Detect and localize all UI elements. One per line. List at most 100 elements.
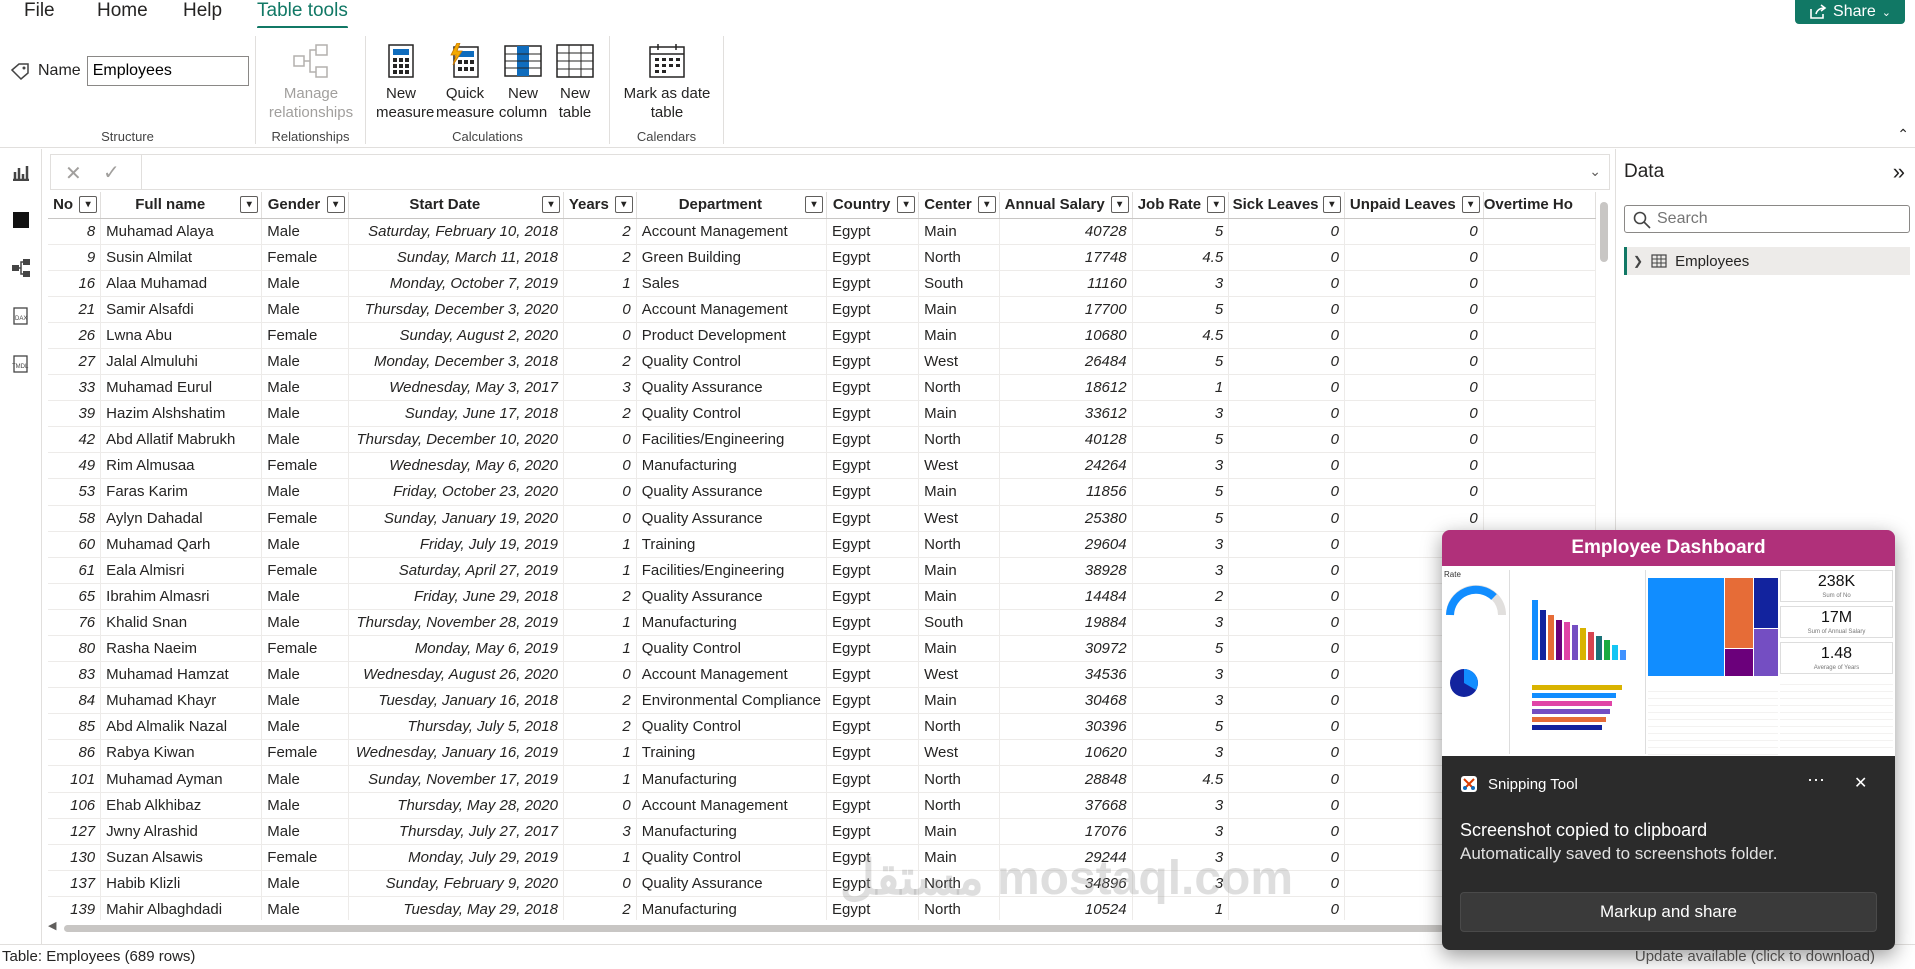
table-cell[interactable]: Facilities/Engineering [636,557,828,584]
data-search-field[interactable] [1624,205,1910,233]
table-cell[interactable]: Egypt [826,505,920,532]
table-cell[interactable] [1483,322,1596,349]
table-cell[interactable]: 0 [563,870,637,897]
table-cell[interactable]: 0 [1228,583,1345,610]
table-cell[interactable]: 106 [48,792,102,819]
table-cell[interactable]: 0 [1228,348,1345,376]
table-cell[interactable]: Ibrahim Almasri [100,583,263,610]
table-cell[interactable]: Hazim Alshshatim [100,400,263,428]
table-cell[interactable]: 60 [48,531,102,558]
table-cell[interactable]: Faras Karim [100,478,263,506]
table-cell[interactable]: Egypt [826,478,920,506]
table-cell[interactable]: 3 [1132,557,1230,584]
table-cell[interactable]: 34536 [999,661,1133,689]
table-cell[interactable]: Quality Control [636,635,828,663]
table-cell[interactable]: Lwna Abu [100,322,263,349]
table-cell[interactable]: 24264 [999,452,1133,480]
new-column-button[interactable]: New column [498,42,548,122]
table-cell[interactable]: Egypt [826,244,920,271]
table-cell[interactable]: 101 [48,765,102,793]
table-cell[interactable]: Jalal Almuluhi [100,348,263,376]
table-cell[interactable]: Monday, October 7, 2019 [348,270,564,297]
table-cell[interactable]: 0 [1344,218,1484,245]
column-filter-icon[interactable]: ▾ [79,196,98,213]
table-cell[interactable]: Egypt [826,609,920,637]
vertical-scroll-thumb[interactable] [1600,202,1608,262]
table-cell[interactable]: 33612 [999,400,1133,428]
table-cell[interactable]: Thursday, July 5, 2018 [348,713,564,741]
table-cell[interactable]: 0 [1228,818,1345,845]
expand-formula-icon[interactable]: ⌄ [1589,163,1601,180]
table-cell[interactable]: West [918,348,1000,376]
table-cell[interactable]: Ehab Alkhibaz [100,792,263,819]
table-cell[interactable]: Abd Almalik Nazal [100,713,263,741]
table-cell[interactable] [1483,478,1596,506]
table-cell[interactable]: Egypt [826,426,920,454]
column-header[interactable]: Unpaid Leaves ▾ [1344,192,1484,219]
table-cell[interactable]: 0 [1228,452,1345,480]
table-cell[interactable]: 26484 [999,348,1133,376]
table-cell[interactable]: Jwny Alrashid [100,818,263,845]
table-cell[interactable]: 3 [1132,531,1230,558]
column-header[interactable]: Sick Leaves ▾ [1228,192,1345,219]
table-cell[interactable]: Egypt [826,452,920,480]
table-cell[interactable]: Sunday, August 2, 2020 [348,322,564,349]
table-cell[interactable]: Main [918,557,1000,584]
table-cell[interactable]: Quality Control [636,400,828,428]
table-cell[interactable]: Egypt [826,635,920,663]
table-cell[interactable]: Environmental Compliance [636,687,828,715]
table-cell[interactable]: Egypt [826,687,920,715]
table-cell[interactable]: Male [261,270,349,297]
table-cell[interactable]: 0 [1344,374,1484,402]
table-cell[interactable]: 0 [1228,244,1345,271]
table-cell[interactable]: Muhamad Qarh [100,531,263,558]
table-cell[interactable]: 0 [1344,296,1484,323]
table-cell[interactable]: Egypt [826,583,920,610]
column-filter-icon[interactable]: ▾ [541,196,560,213]
close-icon[interactable]: ✕ [1854,773,1867,793]
cancel-formula-icon[interactable]: ✕ [65,161,82,186]
table-cell[interactable]: 4.5 [1132,322,1230,349]
column-filter-icon[interactable]: ▾ [614,196,633,213]
table-cell[interactable]: 8 [48,218,102,245]
table-cell[interactable]: Muhamad Eurul [100,374,263,402]
table-cell[interactable]: Main [918,818,1000,845]
table-cell[interactable]: Egypt [826,400,920,428]
table-row[interactable]: 61 Eala Almisri Female Saturday, April 27, … [48,557,1596,584]
table-cell[interactable]: Alaa Muhamad [100,270,263,297]
table-cell[interactable]: 27 [48,348,102,376]
table-cell[interactable]: Male [261,296,349,323]
table-cell[interactable]: 49 [48,452,102,480]
table-cell[interactable]: 65 [48,583,102,610]
table-cell[interactable]: 3 [1132,739,1230,767]
table-cell[interactable]: 0 [1228,296,1345,323]
table-cell[interactable]: 17700 [999,296,1133,323]
table-cell[interactable]: 0 [1344,400,1484,428]
table-cell[interactable]: 1 [563,609,637,637]
table-row[interactable]: 27 Jalal Almuluhi Male Monday, December 3, … [48,348,1596,376]
table-cell[interactable]: 5 [1132,713,1230,741]
table-cell[interactable]: 139 [48,896,102,920]
table-cell[interactable]: Sunday, November 17, 2019 [348,765,564,793]
formula-input[interactable] [147,157,1577,187]
table-cell[interactable]: North [918,374,1000,402]
table-row[interactable]: 65 Ibrahim Almasri Male Friday, June 29, 20… [48,583,1596,610]
collapse-ribbon-icon[interactable]: ⌃ [1897,126,1909,143]
table-cell[interactable]: 0 [1228,400,1345,428]
table-cell[interactable]: Quality Control [636,348,828,376]
table-cell[interactable]: 5 [1132,635,1230,663]
table-cell[interactable]: 137 [48,870,102,897]
table-cell[interactable]: Muhamad Ayman [100,765,263,793]
table-cell[interactable]: Female [261,322,349,349]
column-header[interactable]: Overtime Ho [1483,192,1596,219]
table-cell[interactable]: Friday, July 19, 2019 [348,531,564,558]
table-cell[interactable]: Khalid Snan [100,609,263,637]
column-filter-icon[interactable]: ▾ [977,196,996,213]
table-cell[interactable]: 76 [48,609,102,637]
table-row[interactable]: 42 Abd Allatif Mabrukh Male Thursday, Decem… [48,426,1596,454]
table-cell[interactable]: 0 [1228,374,1345,402]
table-cell[interactable] [1483,348,1596,376]
table-cell[interactable] [1483,218,1596,245]
report-view-icon[interactable] [10,161,32,183]
table-cell[interactable] [1483,400,1596,428]
